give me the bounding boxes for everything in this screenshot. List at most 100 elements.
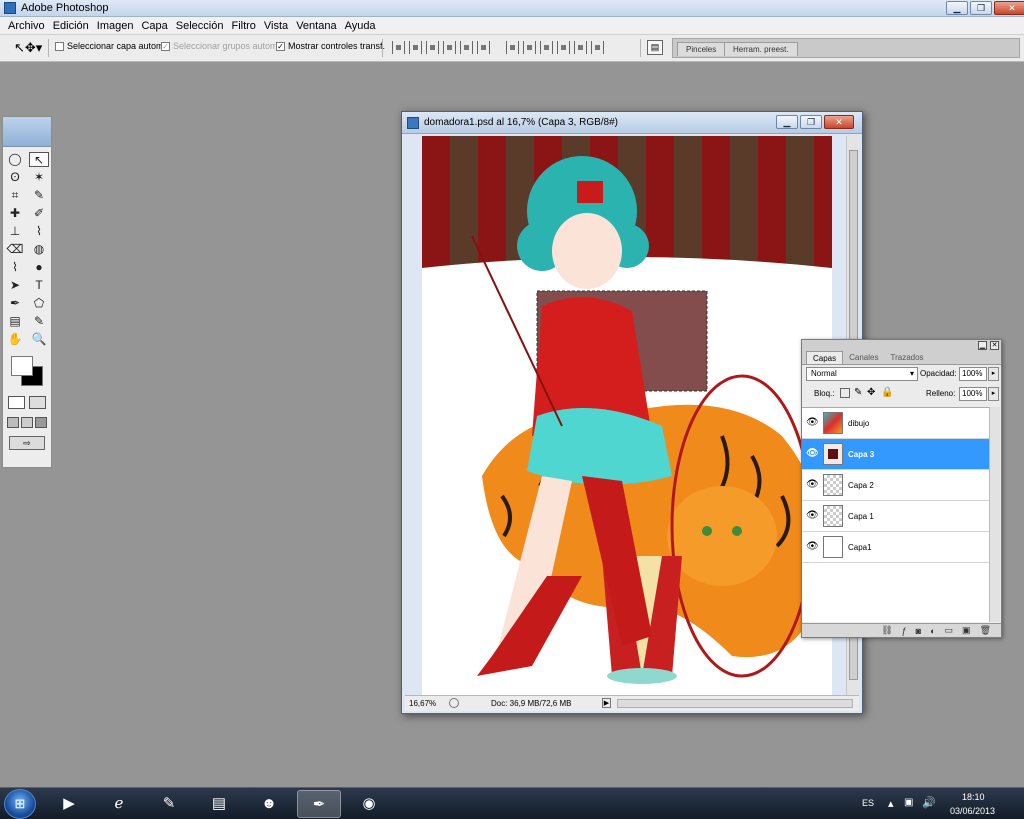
align-right-icon[interactable] — [477, 41, 490, 54]
visibility-eye-icon[interactable]: 👁 — [806, 448, 819, 460]
volume-icon[interactable]: 🔊 — [922, 796, 936, 809]
hand-tool-icon[interactable]: ✋ — [5, 332, 25, 347]
panel-close-button[interactable]: ✕ — [990, 341, 999, 350]
layer-style-icon[interactable]: ƒ — [902, 626, 907, 636]
layers-panel-titlebar[interactable]: ▁ ✕ — [802, 340, 1001, 351]
lock-transparency-icon[interactable] — [840, 388, 850, 398]
shape-tool-icon[interactable]: ⬠ — [29, 296, 49, 311]
auto-select-layer-option[interactable]: Seleccionar capa autom. — [55, 41, 166, 51]
zoom-level[interactable]: 16,67% — [409, 699, 436, 708]
visibility-eye-icon[interactable]: 👁 — [806, 510, 819, 522]
brush-tool-icon[interactable]: ✐ — [29, 206, 49, 221]
auto-select-groups-option[interactable]: ✓ Seleccionar grupos autom. — [161, 41, 280, 51]
chrome-icon[interactable]: ◉ — [347, 790, 391, 818]
media-player-icon[interactable]: ▶ — [47, 790, 91, 818]
paint-app-icon[interactable]: ✎ — [147, 790, 191, 818]
menu-ventana[interactable]: Ventana — [292, 20, 340, 32]
menu-archivo[interactable]: Archivo — [4, 20, 49, 32]
align-left-icon[interactable] — [443, 41, 456, 54]
clock-time[interactable]: 18:10 — [962, 792, 985, 802]
blur-tool-icon[interactable]: ⌇ — [5, 260, 25, 275]
lock-pixels-icon[interactable]: ✎ — [854, 387, 862, 398]
tab-capas[interactable]: Capas — [806, 351, 844, 364]
tab-trazados[interactable]: Trazados — [884, 351, 929, 364]
network-icon[interactable]: ▣ — [904, 797, 913, 808]
doc-restore-button[interactable]: ❐ — [800, 115, 822, 129]
status-info-icon[interactable] — [449, 698, 459, 708]
status-menu-arrow-icon[interactable]: ▶ — [602, 698, 611, 708]
toolbox-header-feather-icon[interactable] — [3, 117, 51, 147]
show-transform-checkbox[interactable]: ✓ — [276, 41, 285, 51]
show-transform-option[interactable]: ✓ Mostrar controles transf. — [276, 41, 385, 51]
marquee-tool-icon[interactable]: ◯ — [5, 152, 25, 167]
doc-close-button[interactable]: ✕ — [824, 115, 854, 129]
document-horizontal-scrollbar[interactable] — [617, 699, 853, 708]
notes-tool-icon[interactable]: ▤ — [5, 314, 25, 329]
menu-seleccion[interactable]: Selección — [172, 20, 228, 32]
lock-all-icon[interactable]: 🔒 — [881, 387, 893, 398]
type-tool-icon[interactable]: T — [29, 278, 49, 293]
opacity-stepper-icon[interactable]: ▸ — [988, 367, 999, 381]
internet-explorer-icon[interactable]: ℯ — [97, 790, 141, 818]
adjustment-layer-icon[interactable]: ◐ — [930, 626, 935, 636]
new-layer-icon[interactable]: ▣ — [962, 625, 971, 636]
screen-mode-full-icon[interactable] — [35, 417, 47, 428]
document-canvas[interactable] — [422, 136, 832, 696]
align-top-icon[interactable] — [392, 41, 405, 54]
layers-scrollbar[interactable] — [989, 407, 1000, 622]
align-hcenter-icon[interactable] — [460, 41, 473, 54]
lock-position-icon[interactable]: ✥ — [867, 387, 875, 398]
pen-tool-icon[interactable]: ✒ — [5, 296, 25, 311]
restore-button[interactable]: ❐ — [970, 1, 992, 15]
doc-minimize-button[interactable]: ▁ — [776, 115, 798, 129]
menu-vista[interactable]: Vista — [260, 20, 292, 32]
visibility-eye-icon[interactable]: 👁 — [806, 541, 819, 553]
tab-canales[interactable]: Canales — [843, 351, 884, 364]
new-group-icon[interactable]: ▭ — [945, 625, 954, 636]
distribute-left-icon[interactable] — [557, 41, 570, 54]
standard-mode-icon[interactable] — [8, 396, 25, 409]
fill-input[interactable]: 100% — [959, 387, 987, 401]
dodge-tool-icon[interactable]: ● — [29, 260, 49, 275]
opacity-input[interactable]: 100% — [959, 367, 987, 381]
menu-filtro[interactable]: Filtro — [227, 20, 259, 32]
tab-pinceles[interactable]: Pinceles — [677, 42, 726, 56]
history-brush-tool-icon[interactable]: ⌇ — [29, 224, 49, 239]
layer-row-capa-2[interactable]: 👁 Capa 2 — [802, 470, 990, 501]
path-selection-tool-icon[interactable]: ➤ — [5, 278, 25, 293]
distribute-right-icon[interactable] — [591, 41, 604, 54]
align-vcenter-icon[interactable] — [409, 41, 422, 54]
file-explorer-icon[interactable]: ▤ — [197, 790, 241, 818]
jump-to-imageready-icon[interactable]: ⇨ — [9, 436, 45, 450]
layer-mask-icon[interactable]: ◙ — [916, 626, 921, 636]
clock-date[interactable]: 03/06/2013 — [950, 806, 995, 816]
language-indicator[interactable]: ES — [862, 798, 874, 808]
blend-mode-select[interactable]: Normal ▾ — [806, 367, 918, 381]
layer-row-capa-1[interactable]: 👁 Capa 1 — [802, 501, 990, 532]
menu-imagen[interactable]: Imagen — [93, 20, 138, 32]
slice-tool-icon[interactable]: ✎ — [29, 188, 49, 203]
lasso-tool-icon[interactable]: ʘ — [5, 170, 25, 185]
workspace-icon[interactable]: ▤ — [647, 40, 663, 55]
move-tool-preset-icon[interactable]: ↖✥▾ — [14, 40, 42, 56]
screen-mode-standard-icon[interactable] — [7, 417, 19, 428]
clone-stamp-tool-icon[interactable]: ⊥ — [5, 224, 25, 239]
visibility-eye-icon[interactable]: 👁 — [806, 417, 819, 429]
quick-mask-mode-icon[interactable] — [29, 396, 46, 409]
tab-herram-preest[interactable]: Herram. preest. — [724, 42, 798, 56]
healing-brush-tool-icon[interactable]: ✚ — [5, 206, 25, 221]
screen-mode-menu-icon[interactable] — [21, 417, 33, 428]
distribute-hcenter-icon[interactable] — [574, 41, 587, 54]
paint-bucket-tool-icon[interactable]: ◍ — [29, 242, 49, 257]
layer-row-capa-3[interactable]: 👁 Capa 3 — [802, 439, 990, 470]
link-layers-icon[interactable]: ⛓ — [881, 625, 892, 636]
close-button[interactable]: ✕ — [994, 1, 1024, 15]
layer-row-dibujo[interactable]: 👁 dibujo — [802, 408, 990, 439]
menu-edicion[interactable]: Edición — [49, 20, 93, 32]
eraser-tool-icon[interactable]: ⌫ — [5, 242, 25, 257]
fill-stepper-icon[interactable]: ▸ — [988, 387, 999, 401]
layer-row-capa1[interactable]: 👁 Capa1 — [802, 532, 990, 563]
photoshop-task-icon[interactable]: ✒ — [297, 790, 341, 818]
menu-ayuda[interactable]: Ayuda — [341, 20, 380, 32]
magic-wand-tool-icon[interactable]: ✶ — [29, 170, 49, 185]
